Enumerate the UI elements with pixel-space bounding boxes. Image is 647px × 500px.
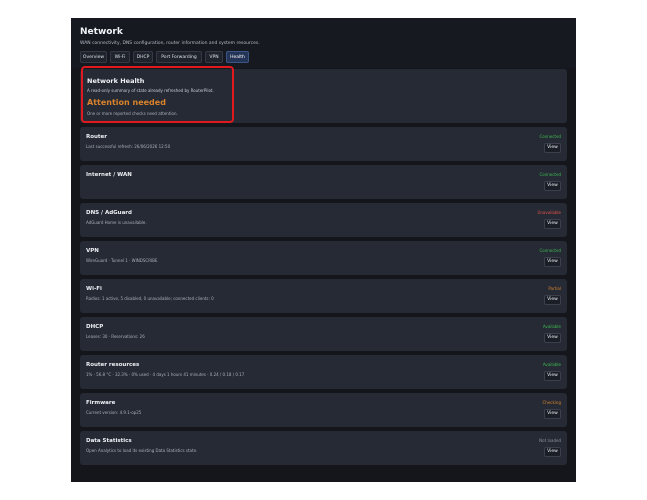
status-badge: Available xyxy=(542,362,561,367)
card-title: DHCP xyxy=(86,324,104,330)
tab-health[interactable]: Health xyxy=(226,51,249,63)
card-title: DNS / AdGuard xyxy=(86,210,132,216)
card-description: Current version: 4.9.1-op25 xyxy=(86,410,142,415)
tab-port-forwarding[interactable]: Port Forwarding xyxy=(156,51,202,63)
card-title: Internet / WAN xyxy=(86,172,132,178)
card-vpn: VPN WireGuard · Tunnel 1 · WINDSCRIBE Co… xyxy=(80,241,567,275)
status-badge: Partial xyxy=(548,286,561,291)
card-description: Open Analytics to load its existing Data… xyxy=(86,448,198,453)
card-description: WireGuard · Tunnel 1 · WINDSCRIBE xyxy=(86,258,158,263)
view-button[interactable]: View xyxy=(544,219,561,229)
status-badge: Connected xyxy=(539,134,561,139)
view-button[interactable]: View xyxy=(544,371,561,381)
page-title: Network xyxy=(80,27,123,37)
tab-dhcp[interactable]: DHCP xyxy=(133,51,153,63)
card-wifi: Wi-Fi Radios: 1 active, 5 disabled, 0 un… xyxy=(80,279,567,313)
card-description: Last successful refresh: 26/06/2026 12:5… xyxy=(86,144,171,149)
card-data-statistics: Data Statistics Open Analytics to load i… xyxy=(80,431,567,465)
tab-wifi[interactable]: Wi-Fi xyxy=(110,51,130,63)
view-button[interactable]: View xyxy=(544,447,561,457)
card-title: Wi-Fi xyxy=(86,286,102,292)
card-description: Radios: 1 active, 5 disabled, 0 unavaila… xyxy=(86,296,214,301)
card-title: Data Statistics xyxy=(86,438,132,444)
tab-vpn[interactable]: VPN xyxy=(205,51,223,63)
card-description: Leases: 30 · Reservations: 26 xyxy=(86,334,145,339)
card-internet-wan: Internet / WAN Connected View xyxy=(80,165,567,231)
card-title: Firmware xyxy=(86,400,116,406)
card-router-resources: Router resources 1% · 56.8 °C · 32.3% · … xyxy=(80,355,567,389)
card-title: Router resources xyxy=(86,362,140,368)
status-badge: Checking xyxy=(542,400,562,405)
card-router: Router Last successful refresh: 26/06/20… xyxy=(80,127,567,161)
status-badge: Available xyxy=(542,324,561,329)
health-highlight-box xyxy=(81,66,234,123)
status-badge: Connected xyxy=(539,172,561,177)
view-button[interactable]: View xyxy=(544,143,561,153)
status-badge: Connected xyxy=(539,248,561,253)
network-page: Network WAN connectivity, DNS configurat… xyxy=(71,18,576,482)
card-firmware: Firmware Current version: 4.9.1-op25 Che… xyxy=(80,393,567,427)
page-subtitle: WAN connectivity, DNS configuration, rou… xyxy=(80,41,260,46)
card-title: VPN xyxy=(86,248,99,254)
view-button[interactable]: View xyxy=(544,295,561,305)
view-button[interactable]: View xyxy=(544,257,561,267)
status-badge: Not loaded xyxy=(539,438,561,443)
card-description: 1% · 56.8 °C · 32.3% · 0% used · 4 days … xyxy=(86,372,245,377)
card-description: AdGuard Home is unavailable. xyxy=(86,220,147,225)
card-title: Router xyxy=(86,134,108,140)
card-dns-adguard: DNS / AdGuard AdGuard Home is unavailabl… xyxy=(80,203,567,237)
card-dhcp: DHCP Leases: 30 · Reservations: 26 Avail… xyxy=(80,317,567,351)
status-badge: Unavailable xyxy=(537,210,561,215)
page-header: Network WAN connectivity, DNS configurat… xyxy=(71,18,576,68)
tab-overview[interactable]: Overview xyxy=(80,51,107,63)
view-button[interactable]: View xyxy=(544,181,561,191)
view-button[interactable]: View xyxy=(544,333,561,343)
view-button[interactable]: View xyxy=(544,409,561,419)
